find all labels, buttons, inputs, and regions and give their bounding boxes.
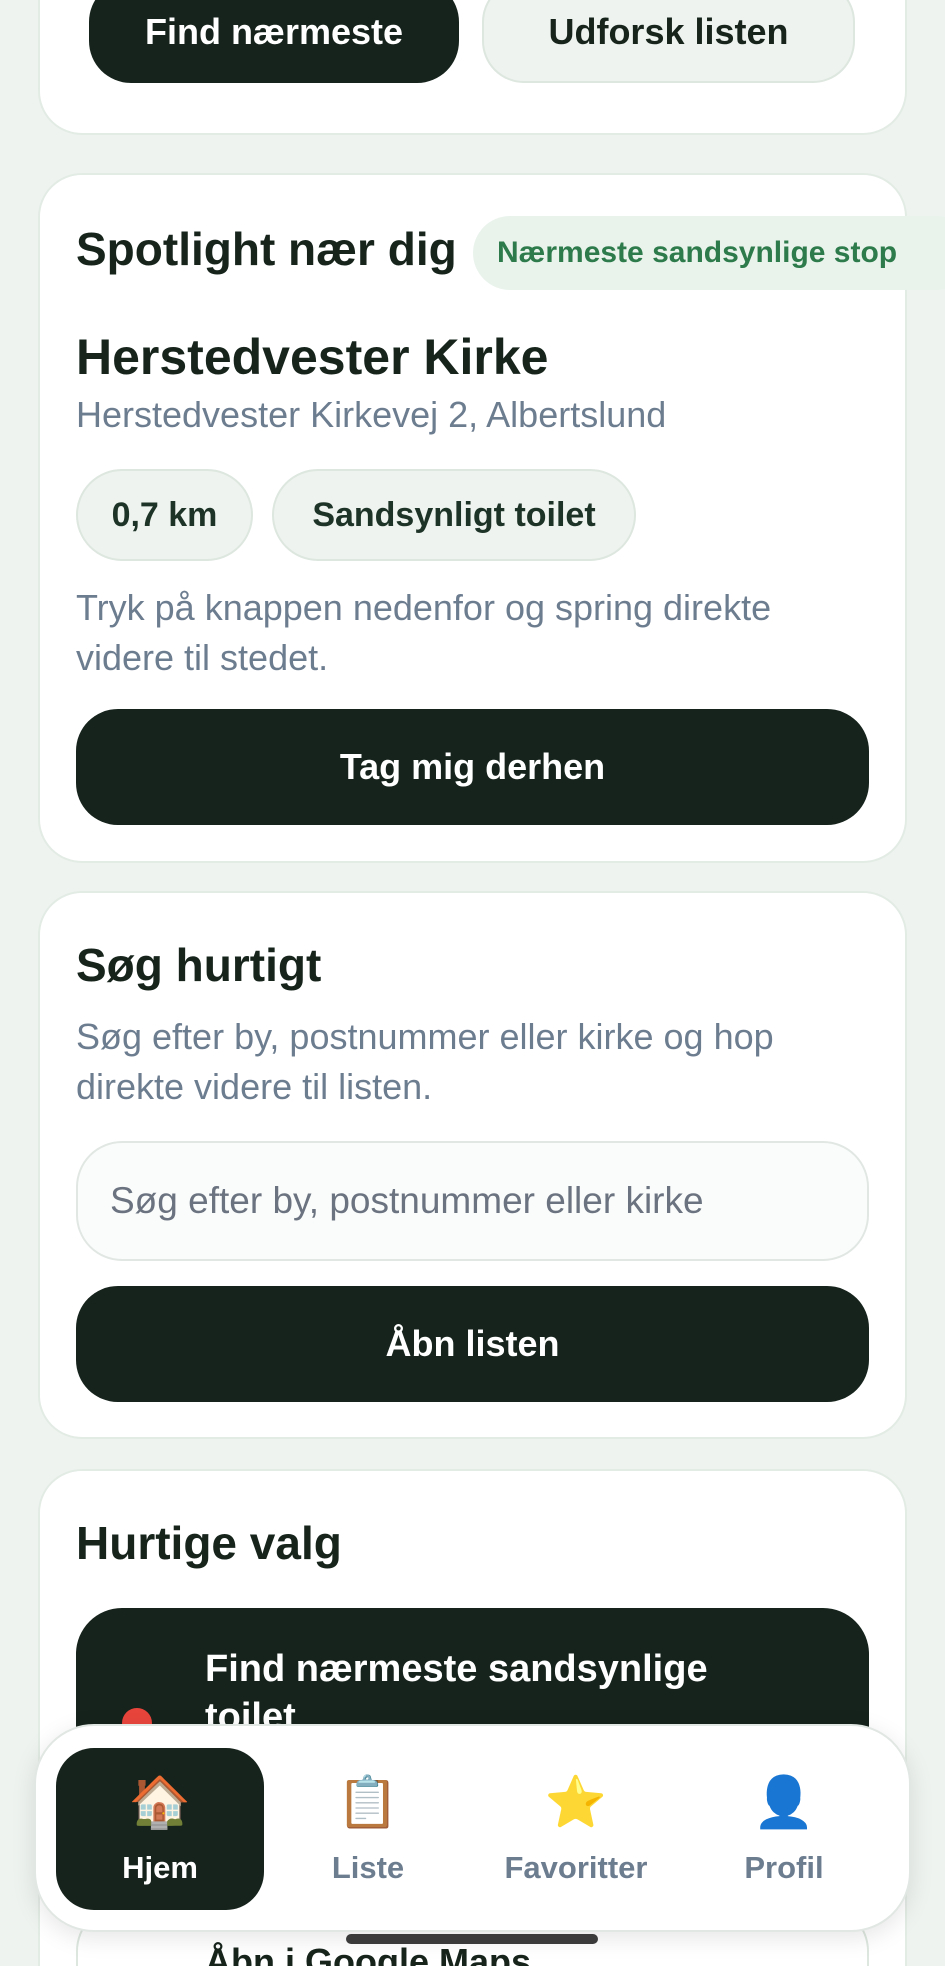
nav-item-favorites[interactable]: ⭐ Favoritter bbox=[472, 1748, 680, 1910]
search-description-line1: Søg efter by, postnummer eller kirke og … bbox=[76, 1016, 774, 1057]
nearest-stop-badge: Nærmeste sandsynlige stop bbox=[473, 216, 945, 290]
nav-label-home: Hjem bbox=[122, 1850, 198, 1885]
quick-choices-title: Hurtige valg bbox=[76, 1517, 342, 1569]
clipboard-icon: 📋 bbox=[336, 1774, 400, 1830]
open-list-button[interactable]: Åbn listen bbox=[76, 1286, 869, 1402]
spotlight-description-line1: Tryk på knappen nedenfor og spring direk… bbox=[76, 587, 772, 628]
explore-list-button[interactable]: Udforsk listen bbox=[482, 0, 855, 83]
home-screen: Find nærmeste Udforsk listen Spotlight n… bbox=[0, 0, 945, 1966]
star-icon: ⭐ bbox=[544, 1774, 608, 1830]
home-indicator[interactable] bbox=[346, 1934, 598, 1944]
place-name: Herstedvester Kirke bbox=[76, 329, 549, 385]
nav-item-list[interactable]: 📋 Liste bbox=[264, 1748, 472, 1910]
search-input[interactable]: Søg efter by, postnummer eller kirke bbox=[76, 1141, 869, 1261]
find-nearest-button[interactable]: Find nærmeste bbox=[89, 0, 459, 83]
nav-label-favorites: Favoritter bbox=[504, 1850, 648, 1885]
open-google-maps-label: Åbn i Google Maps bbox=[205, 1941, 532, 1966]
take-me-there-button[interactable]: Tag mig derhen bbox=[76, 709, 869, 825]
home-icon: 🏠 bbox=[128, 1774, 192, 1830]
distance-badge: 0,7 km bbox=[76, 469, 253, 561]
bottom-navigation: 🏠 Hjem 📋 Liste ⭐ Favoritter 👤 Profil bbox=[34, 1724, 911, 1932]
nav-item-profile[interactable]: 👤 Profil bbox=[680, 1748, 888, 1910]
search-description-line2: direkte videre til listen. bbox=[76, 1066, 433, 1107]
toilet-tag: Sandsynligt toilet bbox=[272, 469, 636, 561]
spotlight-title: Spotlight nær dig bbox=[76, 223, 457, 275]
profile-icon: 👤 bbox=[752, 1774, 816, 1830]
nav-item-home[interactable]: 🏠 Hjem bbox=[56, 1748, 264, 1910]
find-nearest-toilet-line1: Find nærmeste sandsynlige bbox=[205, 1648, 708, 1690]
spotlight-description-line2: videre til stedet. bbox=[76, 637, 329, 678]
nav-label-profile: Profil bbox=[744, 1850, 824, 1885]
search-title: Søg hurtigt bbox=[76, 939, 322, 991]
place-address: Herstedvester Kirkevej 2, Albertslund bbox=[76, 394, 667, 435]
nav-label-list: Liste bbox=[331, 1850, 405, 1885]
